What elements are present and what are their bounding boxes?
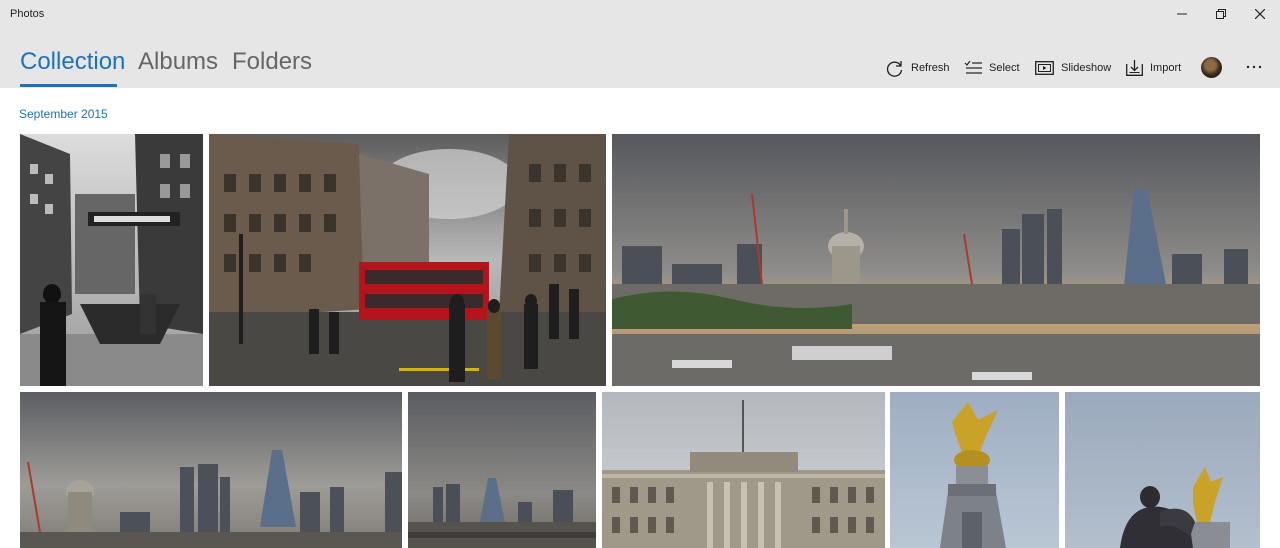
more-icon (1246, 65, 1262, 69)
app-title: Photos (10, 8, 45, 20)
restore-icon (1216, 9, 1226, 19)
app-header: Photos Collection Albums Folders Refresh… (0, 0, 1280, 88)
slideshow-icon (1035, 61, 1054, 75)
palace-facade-image (602, 392, 885, 548)
select-button[interactable]: Select (964, 56, 1020, 80)
import-button[interactable]: Import (1126, 56, 1181, 80)
photo-thumbnail[interactable] (408, 392, 596, 548)
active-tab-indicator (20, 84, 117, 87)
gilded-sculpture-image (1065, 392, 1260, 548)
skyline-thames-image (612, 134, 1260, 386)
date-group-heading[interactable]: September 2015 (19, 107, 108, 121)
photo-thumbnail[interactable] (602, 392, 885, 548)
photos-app-window: Photos Collection Albums Folders Refresh… (0, 0, 1280, 548)
select-list-icon (964, 60, 982, 74)
close-button[interactable] (1240, 0, 1280, 28)
avatar[interactable] (1201, 57, 1222, 78)
street-bus-image (209, 134, 606, 386)
skyline-gherkin-image (20, 392, 402, 548)
minimize-icon (1177, 13, 1187, 15)
close-icon (1255, 9, 1265, 19)
photo-thumbnail[interactable] (20, 134, 203, 386)
slideshow-button[interactable]: Slideshow (1035, 56, 1111, 80)
select-label: Select (989, 62, 1020, 74)
refresh-button[interactable]: Refresh (885, 56, 950, 80)
restore-button[interactable] (1201, 0, 1241, 28)
slideshow-label: Slideshow (1061, 62, 1112, 74)
tab-collection[interactable]: Collection (20, 48, 125, 76)
photo-thumbnail[interactable] (1065, 392, 1260, 548)
import-label: Import (1150, 62, 1182, 74)
minimize-button[interactable] (1162, 0, 1202, 28)
refresh-label: Refresh (911, 62, 950, 74)
photo-thumbnail[interactable] (20, 392, 402, 548)
more-button[interactable] (1244, 60, 1264, 74)
street-bw-image (20, 134, 203, 386)
refresh-icon (886, 60, 903, 77)
photo-thumbnail[interactable] (612, 134, 1260, 386)
skyline-dusk-image (408, 392, 596, 548)
photo-thumbnail[interactable] (890, 392, 1059, 548)
photo-thumbnail[interactable] (209, 134, 606, 386)
tab-albums[interactable]: Albums (138, 48, 218, 76)
import-icon (1126, 60, 1143, 76)
golden-statue-image (890, 392, 1059, 548)
tab-folders[interactable]: Folders (232, 48, 312, 76)
